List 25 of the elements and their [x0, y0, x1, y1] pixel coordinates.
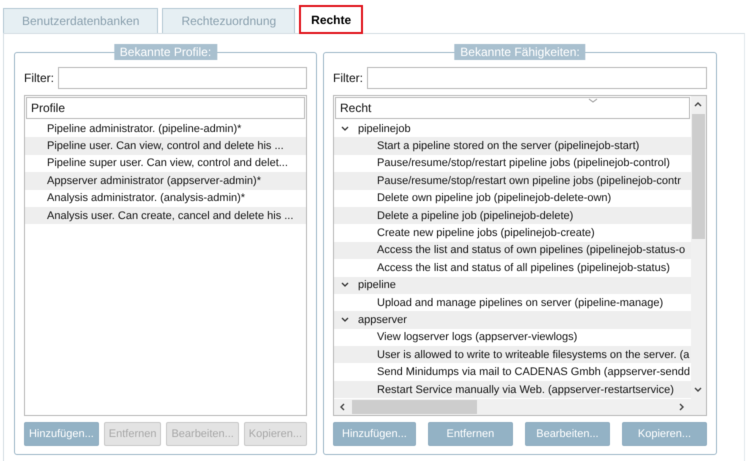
- tab[interactable]: Rechte: [299, 5, 364, 34]
- column-header[interactable]: Recht: [335, 97, 690, 119]
- filter-field[interactable]: [58, 67, 307, 89]
- group-title: Bekannte Profile:: [114, 44, 218, 60]
- column-header[interactable]: Profile: [26, 97, 305, 119]
- permission-item[interactable]: Delete own pipeline job (pipelinejob-delete-own): [377, 192, 612, 204]
- permission-item[interactable]: View logserver logs (appserver-viewlogs): [377, 331, 578, 344]
- profile-item[interactable]: Analysis administrator. (analysis-admin)*: [47, 192, 246, 204]
- permission-item[interactable]: Send Minidumps via mail to CADENAS Gmbh (appserver-sendd: [377, 366, 690, 378]
- permission-item[interactable]: Create new pipeline jobs (pipelinejob-create): [377, 227, 595, 240]
- filter-field[interactable]: [367, 67, 707, 89]
- tree-group-label[interactable]: pipelinejob: [358, 122, 411, 135]
- tree-group-label[interactable]: appserver: [358, 314, 407, 326]
- filter-label: Filter:: [333, 71, 363, 85]
- profile-item[interactable]: Pipeline administrator. (pipeline-admin)*: [47, 122, 242, 135]
- permission-item[interactable]: Upload and manage pipelines on server (pipeline-manage): [377, 296, 664, 309]
- group-title: Bekannte Fähigkeiten:: [454, 44, 586, 60]
- permission-item[interactable]: Access the list and status of all pipelines (pipelinejob-status): [377, 262, 670, 274]
- filter-label: Filter:: [24, 71, 54, 85]
- permission-item[interactable]: Pause/resume/stop/restart pipeline jobs (pipelinejob-control): [377, 157, 670, 170]
- sort-icon: [588, 98, 598, 104]
- tree-group-label[interactable]: pipeline: [358, 279, 396, 292]
- profile-item[interactable]: Pipeline super user. Can view, control and delet...: [47, 157, 288, 170]
- horizontal-scrollbar[interactable]: [334, 399, 706, 415]
- vertical-scrollbar[interactable]: [691, 96, 706, 399]
